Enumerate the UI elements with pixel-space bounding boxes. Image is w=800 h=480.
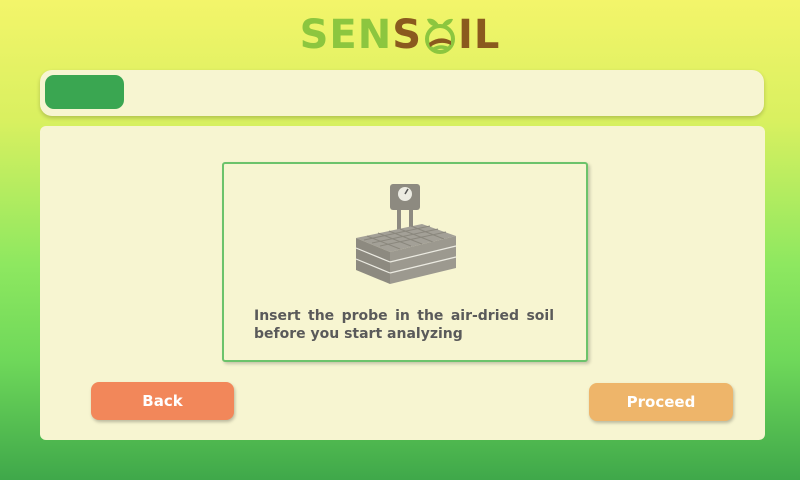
instruction-card: Insert the probe in the air-dried soil b… [222, 162, 588, 362]
main-panel: Insert the probe in the air-dried soil b… [40, 126, 765, 440]
proceed-button[interactable]: Proceed [589, 383, 733, 421]
instruction-text: Insert the probe in the air-dried soil b… [254, 308, 554, 342]
logo-text-s: S [392, 12, 423, 58]
logo-text-sen: SEN [299, 12, 393, 58]
progress-bar [40, 70, 764, 116]
back-button[interactable]: Back [91, 382, 234, 420]
progress-bar-fill [45, 75, 124, 109]
logo-text-il: IL [458, 12, 501, 58]
leaf-field-icon [423, 15, 457, 55]
app-logo: SEN S IL [0, 10, 800, 60]
soil-probe-icon [350, 184, 460, 294]
